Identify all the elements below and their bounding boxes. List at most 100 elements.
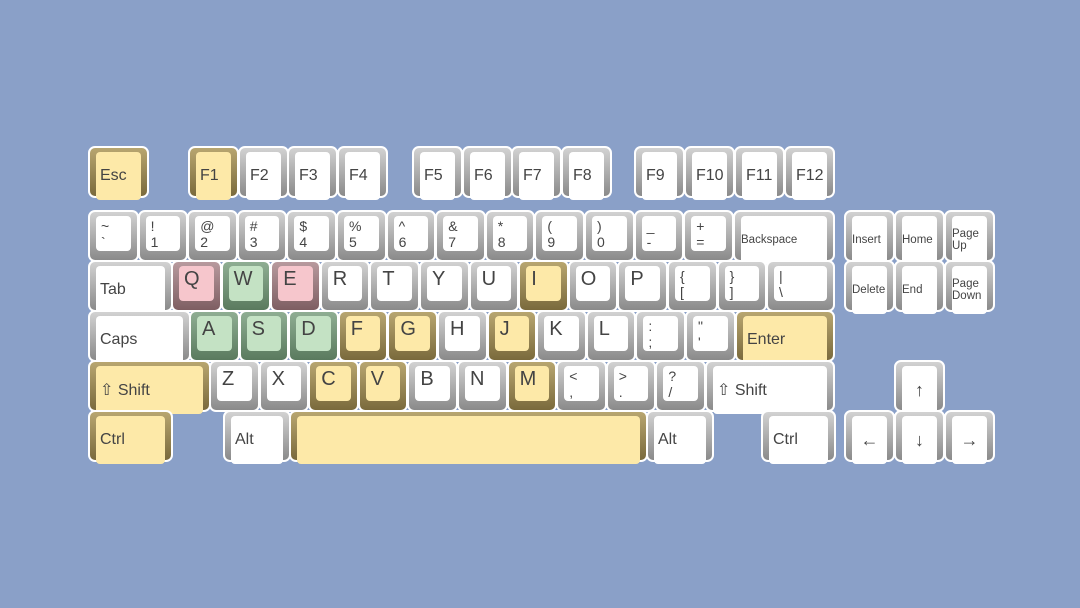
key-symbol[interactable]: | \: [766, 260, 835, 312]
key-pagedown[interactable]: Page Down: [944, 260, 995, 314]
key-d[interactable]: D: [288, 310, 339, 362]
key-symbol[interactable]: :;: [635, 310, 686, 362]
key-symbol[interactable]: ↓: [894, 410, 945, 464]
key-symbol[interactable]: ←: [844, 410, 895, 464]
key-i[interactable]: I: [518, 260, 569, 312]
key-backspace[interactable]: Backspace: [733, 210, 835, 264]
key-f8[interactable]: F8: [561, 146, 612, 200]
key-h[interactable]: H: [437, 310, 488, 362]
key-tab[interactable]: Tab: [88, 260, 173, 314]
key-cap: N: [465, 366, 500, 401]
key-2[interactable]: @2: [187, 210, 238, 262]
key-caps[interactable]: Caps: [88, 310, 191, 364]
key-shift[interactable]: ⇧ Shift: [705, 360, 835, 414]
key-f[interactable]: F: [337, 310, 389, 362]
key-f9[interactable]: F9: [634, 146, 685, 200]
key-alt[interactable]: Alt: [223, 410, 291, 464]
key-0[interactable]: ) 0: [584, 210, 635, 262]
key-o[interactable]: O: [567, 260, 619, 312]
key-f11[interactable]: F11: [734, 146, 785, 200]
key-f3[interactable]: F3: [287, 146, 338, 200]
key-cap: Ctrl: [769, 416, 828, 464]
key-y[interactable]: Y: [419, 260, 470, 312]
key-9[interactable]: (9: [534, 210, 585, 262]
key-b[interactable]: B: [407, 360, 458, 412]
key-k[interactable]: K: [536, 310, 587, 362]
key-symbol[interactable]: <,: [556, 360, 607, 412]
key-legend-bottom: Down: [952, 290, 982, 302]
key-cap: ←: [852, 416, 887, 464]
key-legend: →: [960, 429, 979, 450]
key-c[interactable]: C: [308, 360, 359, 412]
key-a[interactable]: A: [189, 310, 240, 362]
key-symbol[interactable]: ↑: [894, 360, 945, 414]
key-cap: ⇧ Shift: [713, 366, 827, 414]
key-symbol[interactable]: + =: [683, 210, 734, 262]
key-f2[interactable]: F2: [238, 146, 289, 200]
key-legend-bottom: 0: [597, 234, 605, 250]
key-legend: V: [370, 368, 385, 390]
key-q[interactable]: Q: [171, 260, 222, 312]
key-u[interactable]: U: [468, 260, 520, 312]
key-end[interactable]: End: [894, 260, 945, 314]
key-v[interactable]: V: [357, 360, 409, 412]
key-n[interactable]: N: [457, 360, 508, 412]
key-8[interactable]: * 8: [484, 210, 536, 262]
key-ctrl[interactable]: Ctrl: [761, 410, 836, 464]
key-f7[interactable]: F7: [511, 146, 562, 200]
key-6[interactable]: ^ 6: [385, 210, 437, 262]
key-f5[interactable]: F5: [412, 146, 463, 200]
key-legend: M: [519, 368, 537, 390]
key-f1[interactable]: F1: [188, 146, 239, 200]
key-symbol[interactable]: →: [944, 410, 995, 464]
key-l[interactable]: L: [585, 310, 637, 362]
key-space[interactable]: [289, 410, 648, 464]
key-legend-top: ~: [101, 218, 110, 234]
key-symbol[interactable]: >.: [605, 360, 657, 412]
key-s[interactable]: S: [238, 310, 290, 362]
key-legend: L: [598, 318, 610, 340]
key-symbol[interactable]: ~ `: [88, 210, 139, 262]
key-w[interactable]: W: [220, 260, 272, 312]
key-r[interactable]: R: [319, 260, 371, 312]
key-shift[interactable]: ⇧ Shift: [88, 360, 211, 414]
key-insert[interactable]: Insert: [844, 210, 895, 264]
key-5[interactable]: % 5: [336, 210, 387, 262]
key-cap: F3: [295, 152, 330, 200]
key-alt[interactable]: Alt: [646, 410, 714, 464]
key-g[interactable]: G: [387, 310, 438, 362]
key-e[interactable]: E: [270, 260, 321, 312]
key-j[interactable]: J: [486, 310, 538, 362]
key-symbol[interactable]: _ -: [633, 210, 685, 262]
key-legend-top: }: [729, 268, 735, 284]
key-delete[interactable]: Delete: [844, 260, 895, 314]
key-f6[interactable]: F6: [462, 146, 513, 200]
key-p[interactable]: P: [617, 260, 668, 312]
key-t[interactable]: T: [369, 260, 420, 312]
key-ctrl[interactable]: Ctrl: [88, 410, 173, 464]
key-z[interactable]: Z: [209, 360, 260, 412]
key-enter[interactable]: Enter: [735, 310, 835, 364]
key-cap: Enter: [743, 316, 827, 364]
key-symbol[interactable]: }]: [716, 260, 768, 312]
key-f12[interactable]: F12: [784, 146, 835, 200]
key-m[interactable]: M: [506, 360, 558, 412]
key-pageup[interactable]: Page Up: [944, 210, 995, 264]
key-3[interactable]: #3: [236, 210, 288, 262]
key-cap: (9: [542, 216, 577, 251]
key-symbol[interactable]: " ': [685, 310, 736, 362]
key-esc[interactable]: Esc: [88, 146, 149, 200]
key-legend: F4: [349, 167, 368, 184]
key-4[interactable]: $4: [286, 210, 337, 262]
key-x[interactable]: X: [258, 360, 310, 412]
key-7[interactable]: & 7: [435, 210, 486, 262]
key-home[interactable]: Home: [894, 210, 945, 264]
key-f4[interactable]: F4: [337, 146, 388, 200]
key-1[interactable]: ! 1: [137, 210, 189, 262]
key-legend: U: [481, 268, 497, 290]
key-f10[interactable]: F10: [684, 146, 735, 200]
key-cap: F8: [569, 152, 604, 200]
key-symbol[interactable]: ? /: [655, 360, 706, 412]
key-legend: Q: [184, 268, 200, 290]
key-symbol[interactable]: {[: [667, 260, 718, 312]
